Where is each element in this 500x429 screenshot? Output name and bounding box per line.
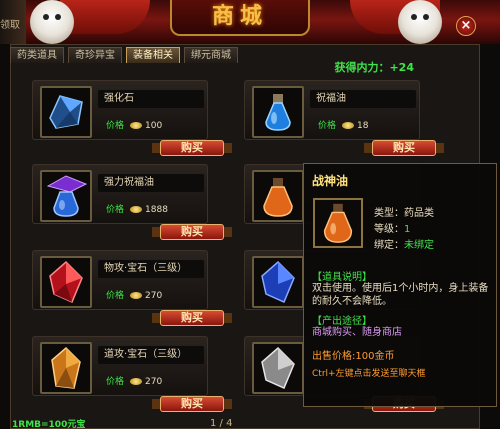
- level-label: 等级：: [374, 224, 404, 235]
- buy-button[interactable]: 购买: [152, 140, 232, 156]
- tooltip-title: 战神油: [312, 174, 349, 188]
- source-text: 商城购买、随身商店: [312, 327, 402, 338]
- page-indicator[interactable]: 1 / 4: [210, 418, 232, 429]
- gold-ingot-icon: [130, 206, 143, 213]
- purple-potion-icon: [46, 175, 88, 217]
- gold-ingot-icon: [130, 378, 143, 385]
- price-value: 270: [145, 377, 163, 387]
- item-slot[interactable]: [252, 256, 304, 308]
- price-value: 270: [145, 291, 163, 301]
- item-slot[interactable]: [40, 256, 92, 308]
- price-value: 18: [357, 121, 369, 131]
- shop-item: 祝福油 价格 18 购买: [244, 80, 444, 156]
- bind-value: 未绑定: [404, 240, 434, 251]
- tab-potions[interactable]: 药类道具: [10, 47, 64, 63]
- item-slot[interactable]: [40, 170, 92, 222]
- shop-item: 物攻·宝石（三级） 价格 270 购买: [32, 250, 232, 326]
- item-price: 价格 270: [106, 288, 162, 301]
- desc-header: 【道具说明】: [312, 272, 372, 283]
- orange-potion-icon: [323, 203, 353, 243]
- item-price: 价格 100: [106, 118, 162, 131]
- price-label: 价格: [106, 205, 125, 215]
- item-tooltip: 战神油 类型：药品类 等级：1 绑定：未绑定 【道具说明】 双击使用。使用后1个…: [303, 163, 497, 407]
- price-value: 1888: [145, 205, 168, 215]
- item-slot[interactable]: [252, 170, 304, 222]
- item-name: 道攻·宝石（三级）: [98, 346, 204, 364]
- tooltip-level: 等级：1: [374, 220, 410, 235]
- source-header: 【产出途径】: [312, 316, 372, 327]
- item-slot[interactable]: [252, 86, 304, 138]
- gold-ingot-icon: [130, 122, 143, 129]
- lucky-cat-right-icon: [398, 0, 442, 44]
- inner-power-gain: 获得内力：+24: [334, 61, 414, 74]
- tooltip-bind: 绑定：未绑定: [374, 236, 434, 251]
- blue-gem-icon: [261, 260, 295, 303]
- item-name: 强化石: [98, 90, 204, 108]
- shop-item: 强化石 价格 100 购买: [32, 80, 232, 156]
- lucky-cat-left-icon: [30, 0, 74, 44]
- item-slot[interactable]: [40, 86, 92, 138]
- left-edge: 领取: [0, 0, 26, 44]
- orange-gem-icon: [51, 346, 81, 389]
- bind-label: 绑定：: [374, 240, 404, 251]
- tooltip-item-slot: [313, 198, 363, 248]
- item-price: 价格 1888: [106, 202, 168, 215]
- item-name: 强力祝福油: [98, 174, 204, 192]
- chat-hint: Ctrl+左键点击发送至聊天框: [312, 369, 426, 379]
- close-button[interactable]: ×: [456, 16, 476, 36]
- gold-ingot-icon: [342, 122, 355, 129]
- desc-text: 双击使用。使用后1个小时内，身上装备的耐久不会降低。: [312, 283, 489, 307]
- top-banner: 领取 商城 ×: [0, 0, 500, 44]
- price-label: 价格: [106, 377, 125, 387]
- left-edge-text[interactable]: 领取: [0, 16, 20, 31]
- type-value: 药品类: [404, 208, 434, 219]
- price-label: 价格: [106, 121, 125, 131]
- buy-button[interactable]: 购买: [152, 310, 232, 326]
- gold-ingot-icon: [130, 292, 143, 299]
- crystal-icon: [49, 95, 83, 129]
- price-value: 100: [145, 121, 163, 131]
- shop-item: 道攻·宝石（三级） 价格 270 购买: [32, 336, 232, 412]
- tab-bar: 药类道具 奇珍异宝 装备相关 绑元商城: [10, 47, 238, 65]
- buy-button[interactable]: 购买: [152, 396, 232, 412]
- red-gem-icon: [49, 260, 83, 303]
- item-name: 物攻·宝石（三级）: [98, 260, 204, 278]
- buy-button[interactable]: 购买: [364, 140, 444, 156]
- tab-equipment[interactable]: 装备相关: [126, 47, 180, 63]
- buy-button[interactable]: 购买: [152, 224, 232, 240]
- item-slot[interactable]: [252, 342, 304, 394]
- price-label: 价格: [318, 121, 337, 131]
- grey-gem-icon: [261, 346, 295, 389]
- item-price: 价格 18: [318, 118, 368, 131]
- price-label: 价格: [106, 291, 125, 301]
- tab-treasures[interactable]: 奇珍异宝: [68, 47, 122, 63]
- sell-price: 出售价格:100金币: [312, 351, 395, 362]
- type-label: 类型：: [374, 208, 404, 219]
- level-value: 1: [404, 224, 411, 235]
- shop-item: 强力祝福油 价格 1888 购买: [32, 164, 232, 240]
- orange-potion-icon: [263, 178, 293, 217]
- tab-bound-shop[interactable]: 绑元商城: [184, 47, 238, 63]
- blue-potion-icon: [265, 94, 291, 131]
- tooltip-type: 类型：药品类: [374, 204, 434, 219]
- shop-title-plaque: 商城: [170, 0, 310, 36]
- exchange-rate: 1RMB=100元宝: [12, 420, 86, 429]
- item-price: 价格 270: [106, 374, 162, 387]
- item-slot[interactable]: [40, 342, 92, 394]
- shop-title: 商城: [211, 3, 268, 29]
- item-name: 祝福油: [310, 90, 416, 108]
